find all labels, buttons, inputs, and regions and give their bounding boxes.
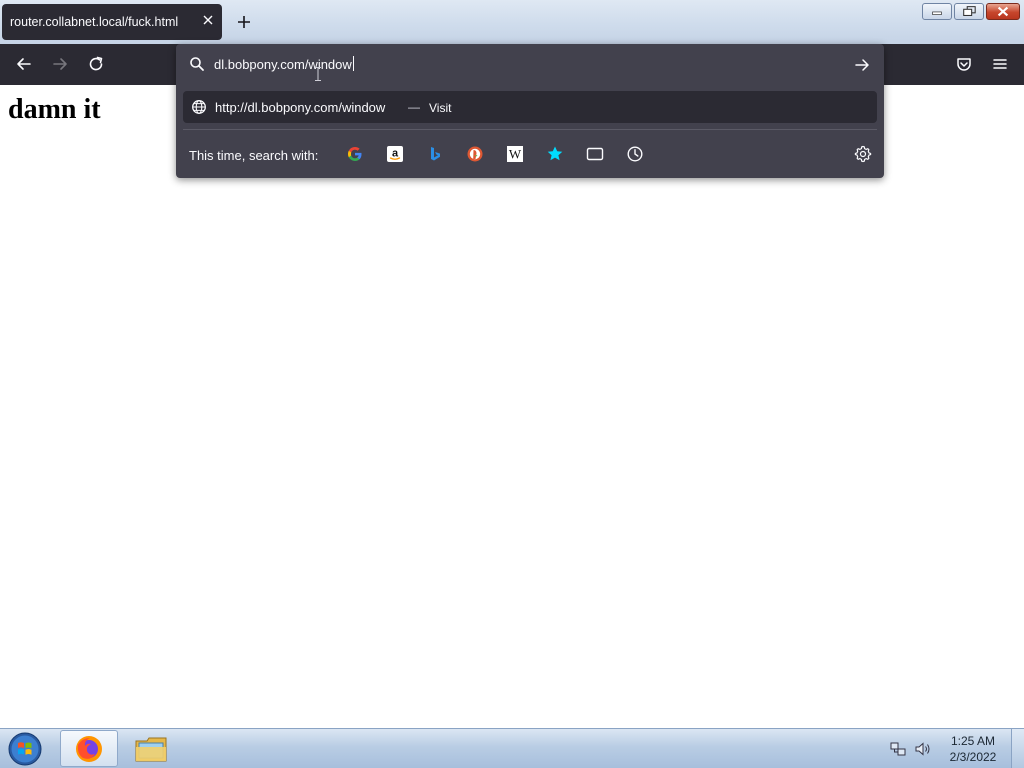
urlbar-popup: dl.bobpony.com/window http://dl.bobpony.… (176, 44, 884, 178)
reload-icon[interactable] (87, 55, 105, 73)
wikipedia-icon[interactable]: W (506, 145, 524, 163)
back-icon[interactable] (15, 55, 33, 73)
search-icon (190, 57, 204, 71)
suggestion-separator: — (408, 100, 420, 114)
close-window-button[interactable] (986, 3, 1020, 20)
volume-icon[interactable] (914, 741, 932, 757)
bing-icon[interactable] (426, 145, 444, 163)
restore-button[interactable] (954, 3, 984, 20)
clock-time: 1:25 AM (950, 734, 996, 748)
svg-text:a: a (392, 148, 399, 160)
page-heading: damn it (8, 94, 101, 125)
one-off-search-bar: This time, search with: a W (176, 132, 884, 176)
ibeam-cursor-icon (315, 67, 321, 81)
close-icon (997, 6, 1009, 17)
taskbar-firefox-button[interactable] (60, 730, 118, 767)
bookmarks-icon[interactable] (546, 145, 564, 163)
google-icon[interactable] (346, 145, 364, 163)
search-with-label: This time, search with: (189, 148, 319, 163)
suggestion-action: Visit (429, 101, 452, 115)
start-orb-icon[interactable] (6, 731, 44, 767)
go-arrow-icon[interactable] (853, 56, 871, 74)
minimize-button[interactable] (922, 3, 952, 20)
menu-icon[interactable] (991, 55, 1009, 73)
taskbar-clock[interactable]: 1:25 AM 2/3/2022 (940, 733, 1006, 765)
popup-divider (183, 129, 877, 130)
new-tab-icon[interactable] (235, 13, 253, 31)
duckduckgo-icon[interactable] (466, 145, 484, 163)
url-input-text: dl.bobpony.com/window (214, 57, 352, 72)
tab-close-icon[interactable] (201, 13, 215, 27)
show-desktop-button[interactable] (1011, 729, 1024, 768)
window-controls (922, 3, 1020, 21)
firefox-icon (76, 736, 102, 762)
tab-strip: router.collabnet.local/fuck.html (0, 0, 1024, 44)
pocket-icon[interactable] (955, 55, 973, 73)
url-input[interactable]: dl.bobpony.com/window (214, 56, 814, 74)
history-icon[interactable] (626, 145, 644, 163)
tab-title: router.collabnet.local/fuck.html (10, 15, 179, 29)
tabs-icon[interactable] (586, 145, 604, 163)
suggestion-url: http://dl.bobpony.com/window (215, 100, 386, 115)
text-caret (352, 56, 354, 71)
file-explorer-icon[interactable] (134, 733, 168, 765)
amazon-icon[interactable]: a (386, 145, 404, 163)
clock-date: 2/3/2022 (949, 750, 997, 764)
restore-icon (963, 6, 976, 16)
forward-icon[interactable] (51, 55, 69, 73)
minimize-icon (932, 11, 942, 15)
active-tab[interactable]: router.collabnet.local/fuck.html (2, 4, 222, 40)
svg-text:W: W (509, 147, 522, 162)
network-icon[interactable] (890, 741, 906, 757)
gear-icon[interactable] (854, 145, 872, 163)
url-suggestion-row[interactable]: http://dl.bobpony.com/window — Visit (183, 91, 877, 123)
taskbar: 1:25 AM 2/3/2022 (0, 728, 1024, 768)
globe-icon (192, 100, 206, 114)
